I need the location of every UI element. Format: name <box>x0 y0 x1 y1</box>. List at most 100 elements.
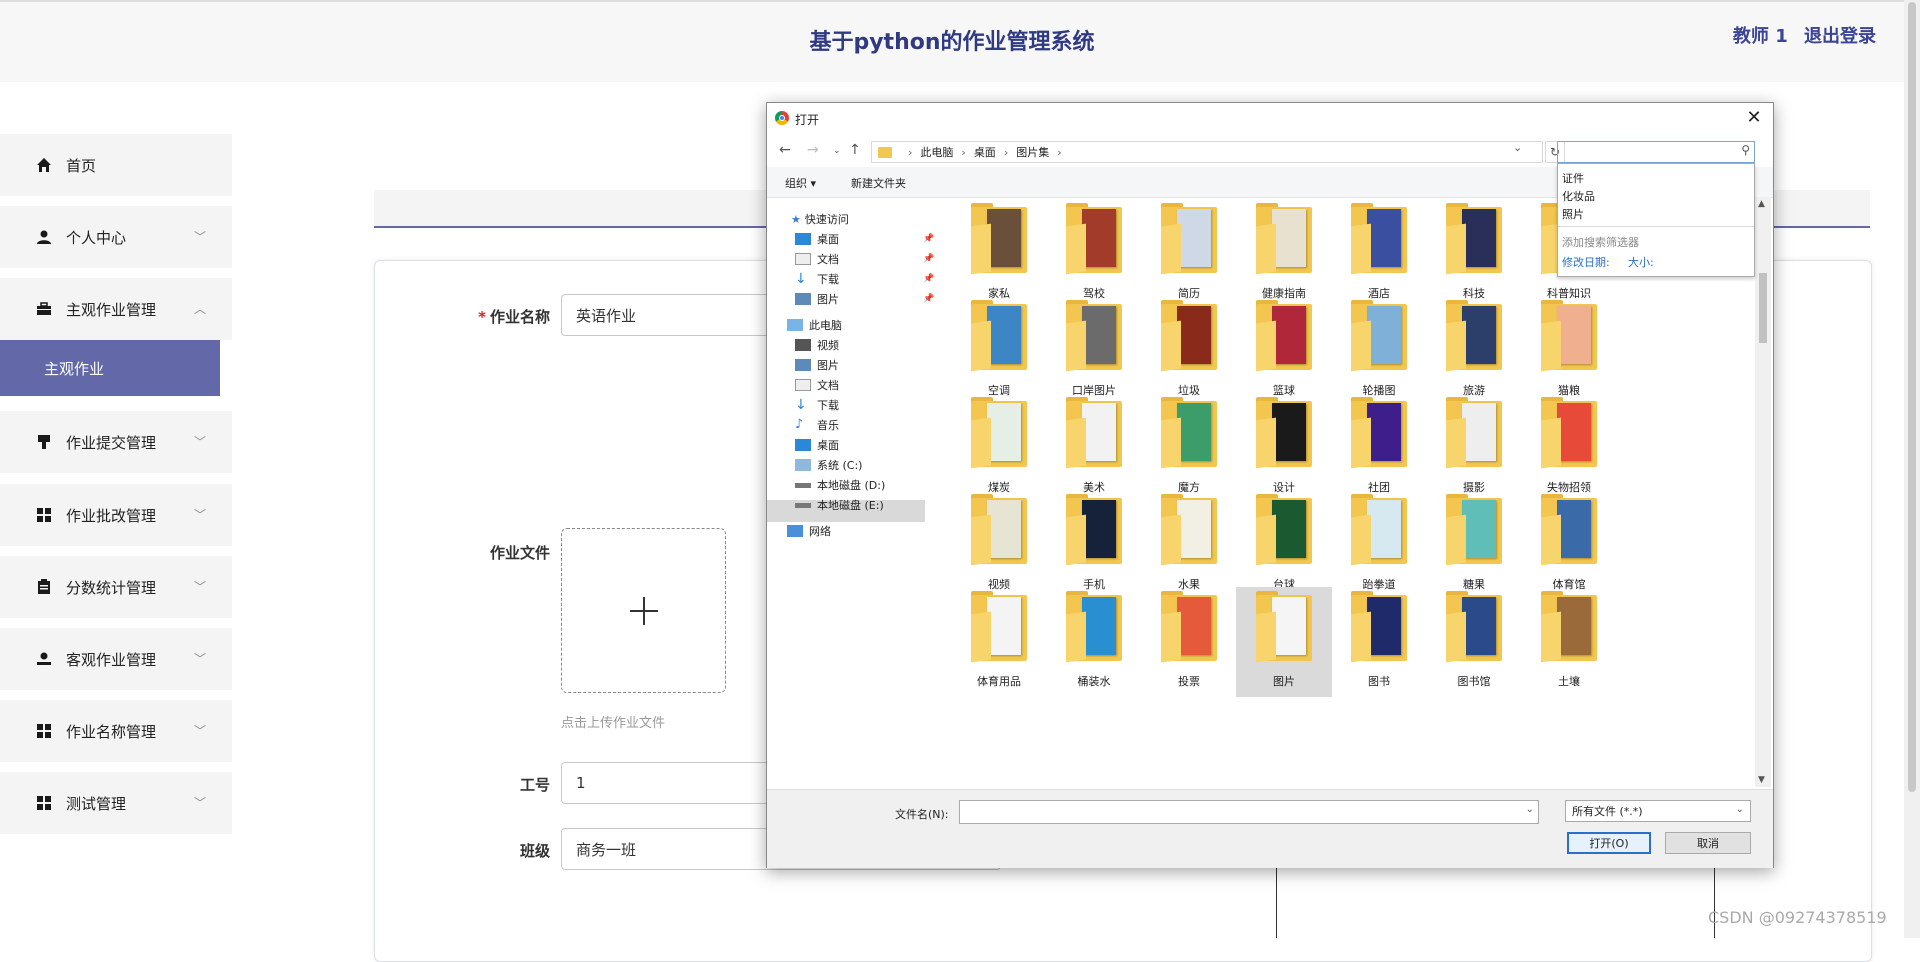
folder-item[interactable]: 设计 <box>1236 393 1332 503</box>
nav-drive-d[interactable]: 本地磁盘 (D:) <box>795 474 885 496</box>
cancel-button[interactable]: 取消 <box>1665 832 1751 854</box>
nav-this-pc[interactable]: 此电脑 <box>787 314 842 336</box>
sidebar-item-objective-homework[interactable]: 客观作业管理 ﹀ <box>0 628 232 690</box>
folder-item[interactable]: 科技 <box>1426 199 1522 309</box>
organize-button[interactable]: 组织 ▾ <box>785 175 816 191</box>
back-icon[interactable]: ← <box>779 142 791 158</box>
folder-item[interactable]: 空调 <box>951 296 1047 406</box>
chevron-down-icon[interactable]: ⌄ <box>1526 804 1534 815</box>
address-dropdown-icon[interactable]: ⌄ <box>1513 141 1522 154</box>
sidebar-item-submission[interactable]: 作业提交管理 ﹀ <box>0 411 232 473</box>
folder-thumbnail <box>1272 500 1306 558</box>
page-scrollbar[interactable] <box>1904 0 1920 938</box>
page-scrollbar-thumb[interactable] <box>1908 2 1916 792</box>
folder-item[interactable]: 垃圾 <box>1141 296 1237 406</box>
scrollbar-thumb[interactable] <box>1759 273 1767 343</box>
folder-item[interactable]: 轮播图 <box>1331 296 1427 406</box>
folder-item[interactable]: 猫粮 <box>1521 296 1617 406</box>
sidebar-item-tests[interactable]: 测试管理 ﹀ <box>0 772 232 834</box>
search-suggestion[interactable]: 化妆品 <box>1562 188 1595 204</box>
search-suggestion[interactable]: 照片 <box>1562 206 1584 222</box>
search-icon[interactable]: ⚲ <box>1741 143 1750 157</box>
folder-item[interactable]: 图书馆 <box>1426 587 1522 697</box>
folder-item[interactable]: 桶装水 <box>1046 587 1142 697</box>
folder-item[interactable]: 体育馆 <box>1521 490 1617 600</box>
search-input[interactable]: ⚲ <box>1557 141 1755 163</box>
file-grid-scrollbar[interactable]: ▲ ▼ <box>1755 197 1771 787</box>
folder-item[interactable]: 美术 <box>1046 393 1142 503</box>
filetype-select[interactable]: 所有文件 (*.*) ⌄ <box>1565 800 1751 822</box>
filter-date-link[interactable]: 修改日期: <box>1562 254 1610 270</box>
folder-item[interactable]: 图书 <box>1331 587 1427 697</box>
nav-network[interactable]: 网络 <box>787 520 831 542</box>
upload-button[interactable] <box>561 528 726 693</box>
folder-item[interactable]: 图片 <box>1236 587 1332 697</box>
nav-pc-videos[interactable]: 视频 <box>795 334 839 356</box>
sidebar-item-grading[interactable]: 作业批改管理 ﹀ <box>0 484 232 546</box>
nav-pc-pictures[interactable]: 图片 <box>795 354 839 376</box>
folder-item[interactable]: 摄影 <box>1426 393 1522 503</box>
folder-item[interactable]: 土壤 <box>1521 587 1617 697</box>
folder-item[interactable]: 台球 <box>1236 490 1332 600</box>
logout-link[interactable]: 退出登录 <box>1804 26 1876 47</box>
sidebar-item-homework-names[interactable]: 作业名称管理 ﹀ <box>0 700 232 762</box>
folder-item[interactable]: 失物招领 <box>1521 393 1617 503</box>
folder-item[interactable]: 手机 <box>1046 490 1142 600</box>
nav-pc-music[interactable]: ♪ 音乐 <box>795 414 839 436</box>
folder-item[interactable]: 体育用品 <box>951 587 1047 697</box>
nav-quick-documents[interactable]: 文档 📌 <box>795 248 934 270</box>
folder-item[interactable]: 旅游 <box>1426 296 1522 406</box>
folder-label: 图书馆 <box>1457 675 1491 688</box>
folder-item[interactable]: 糖果 <box>1426 490 1522 600</box>
folder-item[interactable]: 健康指南 <box>1236 199 1332 309</box>
folder-item[interactable]: 口岸图片 <box>1046 296 1142 406</box>
recent-locations-icon[interactable]: ⌄ <box>833 146 841 156</box>
folder-thumbnail <box>1557 403 1591 461</box>
new-folder-button[interactable]: 新建文件夹 <box>851 175 906 191</box>
folder-thumbnail <box>1462 500 1496 558</box>
folder-item[interactable]: 跆拳道 <box>1331 490 1427 600</box>
nav-quick-desktop[interactable]: 桌面 📌 <box>795 228 934 250</box>
nav-quick-access[interactable]: ★ 快速访问 <box>791 208 849 230</box>
breadcrumb-item[interactable]: 此电脑 <box>920 144 953 160</box>
folder-item[interactable]: 驾校 <box>1046 199 1142 309</box>
breadcrumb-item[interactable]: 图片集 <box>1016 144 1049 160</box>
folder-item[interactable]: 水果 <box>1141 490 1237 600</box>
filter-size-link[interactable]: 大小: <box>1628 254 1654 270</box>
chevron-right-icon: › <box>908 145 913 159</box>
nav-pc-documents[interactable]: 文档 <box>795 374 839 396</box>
close-icon[interactable]: ✕ <box>1741 105 1767 131</box>
address-bar[interactable]: › 此电脑 › 桌面 › 图片集 › <box>871 141 1543 163</box>
nav-pc-desktop[interactable]: 桌面 <box>795 434 839 456</box>
nav-quick-pictures[interactable]: 图片 📌 <box>795 288 934 310</box>
folder-item[interactable]: 视频 <box>951 490 1047 600</box>
folder-thumbnail <box>1082 209 1116 267</box>
folder-item[interactable]: 篮球 <box>1236 296 1332 406</box>
sidebar-item-subjective-homework[interactable]: 主观作业管理 ︿ <box>0 278 232 340</box>
breadcrumb-item[interactable]: 桌面 <box>974 144 996 160</box>
up-icon[interactable]: ↑ <box>849 142 861 158</box>
folder-item[interactable]: 家私 <box>951 199 1047 309</box>
scroll-down-icon[interactable]: ▼ <box>1758 775 1765 785</box>
search-suggestion[interactable]: 证件 <box>1562 170 1584 186</box>
sidebar-item-personal-center[interactable]: 个人中心 ﹀ <box>0 206 232 268</box>
folder-item[interactable]: 魔方 <box>1141 393 1237 503</box>
filename-input[interactable]: ⌄ <box>959 800 1539 824</box>
nav-quick-downloads[interactable]: ↓ 下载 📌 <box>795 268 934 290</box>
forward-icon[interactable]: → <box>807 142 819 158</box>
nav-drive-c[interactable]: 系统 (C:) <box>795 454 862 476</box>
folder-item[interactable]: 简历 <box>1141 199 1237 309</box>
scroll-up-icon[interactable]: ▲ <box>1758 199 1765 209</box>
sidebar-item-home[interactable]: 首页 <box>0 134 232 196</box>
folder-item[interactable]: 投票 <box>1141 587 1237 697</box>
chevron-down-icon: ﹀ <box>193 230 206 244</box>
folder-item[interactable]: 煤炭 <box>951 393 1047 503</box>
dialog-titlebar[interactable]: 打开 ✕ <box>767 103 1773 133</box>
nav-drive-e[interactable]: 本地磁盘 (E:) <box>795 494 884 516</box>
folder-item[interactable]: 社团 <box>1331 393 1427 503</box>
sidebar-subitem-subjective-homework[interactable]: 主观作业 <box>0 340 220 396</box>
sidebar-item-score-stats[interactable]: 分数统计管理 ﹀ <box>0 556 232 618</box>
folder-item[interactable]: 酒店 <box>1331 199 1427 309</box>
nav-pc-downloads[interactable]: ↓ 下载 <box>795 394 839 416</box>
open-button[interactable]: 打开(O) <box>1567 832 1651 854</box>
